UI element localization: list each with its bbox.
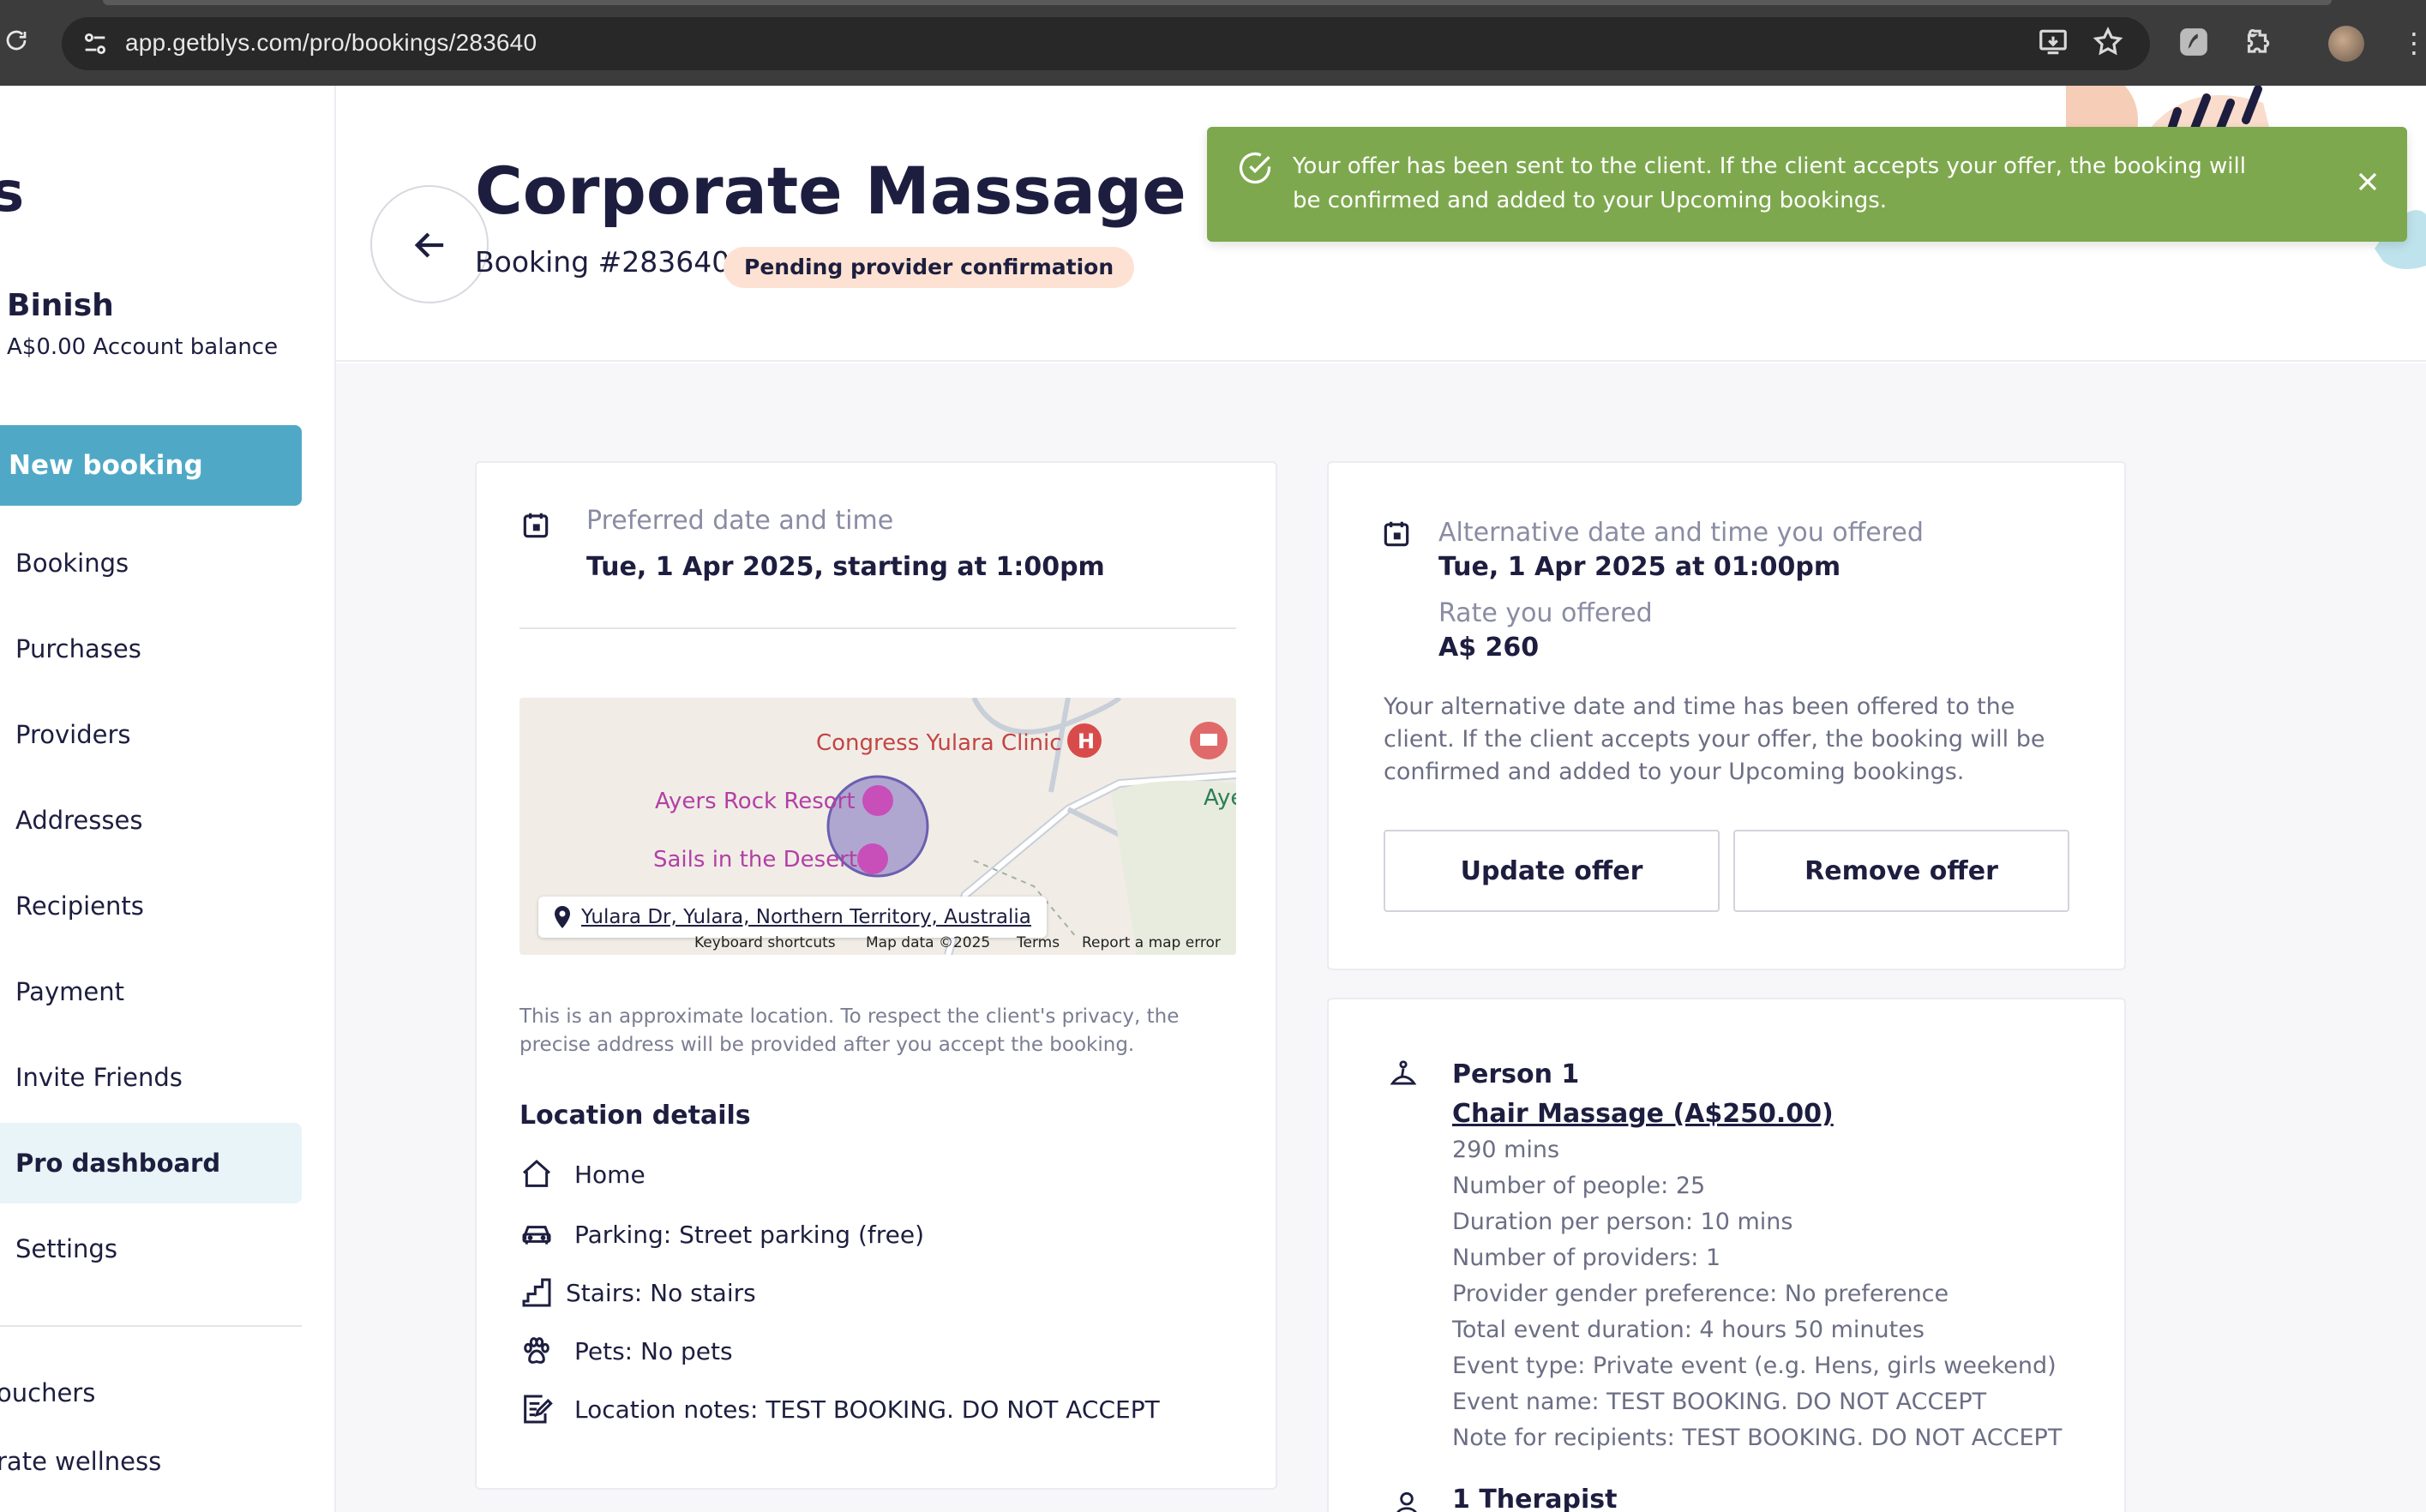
preferred-label: Preferred date and time: [586, 506, 894, 536]
remove-offer-button[interactable]: Remove offer: [1733, 830, 2069, 912]
service-link[interactable]: Chair Massage (A$250.00): [1452, 1099, 1834, 1129]
calendar-icon: [523, 513, 549, 538]
status-badge: Pending provider confirmation: [724, 247, 1135, 288]
arrow-left-icon: [414, 232, 444, 258]
parking-text: Parking: Street parking (free): [574, 1221, 925, 1249]
notes-icon: [524, 1395, 553, 1424]
install-app-icon[interactable]: [2037, 26, 2071, 60]
sidebar-item-payment[interactable]: Payment: [0, 951, 302, 1032]
extensions-puzzle-icon[interactable]: [2241, 26, 2275, 60]
note-for-recipients: Note for recipients: TEST BOOKING. DO NO…: [1452, 1425, 2063, 1451]
map-label-edge: Aye: [1204, 785, 1236, 811]
sidebar-item-invite-friends[interactable]: Invite Friends: [0, 1037, 302, 1118]
rate-value: A$ 260: [1438, 633, 1540, 663]
location-details-title: Location details: [519, 1101, 751, 1131]
sidebar-item-vouchers[interactable]: ouchers: [0, 1378, 95, 1407]
rate-label: Rate you offered: [1438, 598, 1653, 628]
sidebar-divider: [0, 1325, 302, 1327]
offer-card: Alternative date and time you offered Tu…: [1327, 461, 2126, 970]
map-label-sails: Sails in the Desert: [653, 847, 858, 873]
card-divider: [519, 627, 1236, 629]
success-toast: Your offer has been sent to the client. …: [1207, 127, 2407, 242]
pets-text: Pets: No pets: [574, 1337, 733, 1365]
total-event-duration: Total event duration: 4 hours 50 minutes: [1452, 1317, 1925, 1343]
sidebar-item-purchases[interactable]: Purchases: [0, 609, 302, 689]
notes-text: Location notes: TEST BOOKING. DO NOT ACC…: [574, 1395, 1160, 1424]
map-address-text[interactable]: Yulara Dr, Yulara, Northern Territory, A…: [581, 906, 1031, 928]
extension-feather-icon[interactable]: [2177, 26, 2212, 60]
home-icon: [523, 1159, 550, 1187]
sidebar-item-addresses[interactable]: Addresses: [0, 780, 302, 861]
account-balance: A$0.00 Account balance: [7, 334, 279, 360]
user-name: Binish: [7, 288, 114, 323]
update-offer-button[interactable]: Update offer: [1384, 830, 1720, 912]
alt-date-label: Alternative date and time you offered: [1438, 518, 1924, 548]
alt-date-value: Tue, 1 Apr 2025 at 01:00pm: [1438, 552, 1841, 582]
service-duration: 290 mins: [1452, 1137, 1560, 1163]
therapist-count: 1 Therapist: [1452, 1485, 1618, 1512]
map-data-credit: Map data ©2025: [866, 934, 991, 951]
person-massage-icon: [1390, 1060, 1417, 1085]
back-button[interactable]: [370, 185, 489, 303]
map-address-chip[interactable]: Yulara Dr, Yulara, Northern Territory, A…: [538, 897, 1047, 938]
event-type: Event type: Private event (e.g. Hens, gi…: [1452, 1353, 2057, 1379]
site-info-icon[interactable]: [81, 29, 110, 58]
sidebar: s Binish A$0.00 Account balance New book…: [0, 86, 336, 1512]
location-type: Home: [574, 1161, 646, 1189]
privacy-note: This is an approximate location. To resp…: [519, 1005, 1180, 1056]
map-report-link[interactable]: Report a map error: [1082, 934, 1221, 951]
stairs-icon: [522, 1278, 551, 1307]
sidebar-item-recipients[interactable]: Recipients: [0, 866, 302, 946]
duration-per-person: Duration per person: 10 mins: [1452, 1209, 1793, 1235]
sidebar-item-pro-dashboard[interactable]: Pro dashboard: [0, 1123, 302, 1203]
calendar-icon: [1384, 521, 1409, 547]
map-label-resort: Ayers Rock Resort: [655, 789, 856, 814]
sidebar-item-settings[interactable]: Settings: [0, 1209, 302, 1289]
bookmark-star-icon[interactable]: [2092, 26, 2126, 60]
number-of-providers: Number of providers: 1: [1452, 1245, 1721, 1271]
close-icon[interactable]: [2352, 166, 2383, 197]
sidebar-item-providers[interactable]: Providers: [0, 694, 302, 775]
new-booking-button[interactable]: New booking: [0, 425, 302, 506]
gender-preference: Provider gender preference: No preferenc…: [1452, 1281, 1949, 1307]
service-card: Person 1 Chair Massage (A$250.00) 290 mi…: [1327, 998, 2126, 1512]
toast-message: Your offer has been sent to the client. …: [1293, 153, 2246, 213]
number-of-people: Number of people: 25: [1452, 1173, 1706, 1199]
preferred-value: Tue, 1 Apr 2025, starting at 1:00pm: [586, 552, 1105, 582]
profile-avatar[interactable]: [2328, 26, 2364, 62]
address-bar[interactable]: app.getblys.com/pro/bookings/283640: [62, 17, 2150, 70]
reload-icon[interactable]: [3, 27, 34, 58]
logo[interactable]: s: [0, 161, 24, 225]
paw-icon: [524, 1337, 549, 1364]
offer-description: Your alternative date and time has been …: [1384, 693, 2045, 785]
map-pin-icon: [555, 906, 570, 928]
url-text[interactable]: app.getblys.com/pro/bookings/283640: [125, 29, 537, 57]
map-keyboard-shortcuts[interactable]: Keyboard shortcuts: [694, 934, 836, 951]
check-circle-icon: [1239, 152, 1271, 184]
map-terms-link[interactable]: Terms: [1017, 934, 1060, 951]
booking-location-card: Preferred date and time Tue, 1 Apr 2025,…: [475, 461, 1277, 1490]
person-title: Person 1: [1452, 1059, 1580, 1089]
browser-menu-icon[interactable]: ⋮: [2400, 27, 2426, 62]
sidebar-item-bookings[interactable]: Bookings: [0, 523, 302, 603]
location-map[interactable]: H Congress Yulara Clinic Ayers Rock Reso…: [519, 698, 1236, 955]
event-name: Event name: TEST BOOKING. DO NOT ACCEPT: [1452, 1389, 1987, 1415]
tab-strip: [103, 0, 2332, 5]
map-label-clinic: Congress Yulara Clinic: [816, 730, 1062, 756]
car-icon: [522, 1226, 551, 1245]
svg-text:H: H: [1078, 729, 1095, 753]
booking-number: Booking #283640: [475, 245, 730, 279]
browser-toolbar: app.getblys.com/pro/bookings/283640 ⋮: [0, 0, 2426, 86]
user-icon: [1396, 1491, 1417, 1512]
sidebar-item-corporate-wellness[interactable]: rate wellness: [0, 1447, 161, 1476]
stairs-text: Stairs: No stairs: [566, 1279, 756, 1307]
